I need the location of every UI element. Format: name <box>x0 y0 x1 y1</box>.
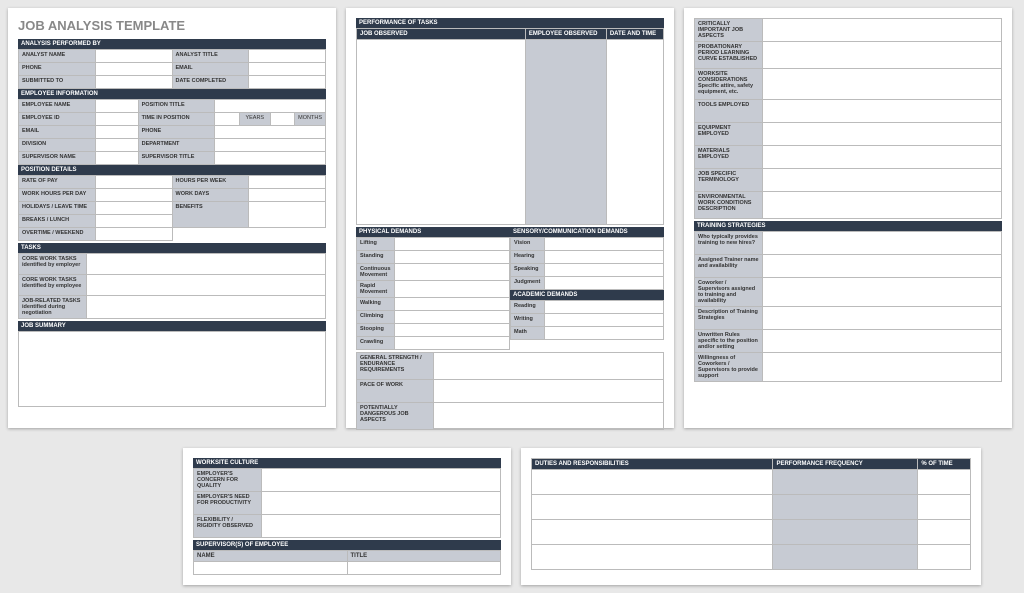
page-5: DUTIES AND RESPONSIBILITIES PERFORMANCE … <box>521 448 981 585</box>
table-sensory: Vision Hearing Speaking Judgment <box>510 237 664 290</box>
table-employee-info: EMPLOYEE NAMEPOSITION TITLE EMPLOYEE IDT… <box>18 99 326 165</box>
section-supervisors: SUPERVISOR(S) OF EMPLOYEE <box>193 540 501 550</box>
table-position-details: RATE OF PAYHOURS PER WEEK WORK HOURS PER… <box>18 175 326 241</box>
section-performance-tasks: PERFORMANCE OF TASKS <box>356 18 664 28</box>
page-2: PERFORMANCE OF TASKS JOB OBSERVEDEMPLOYE… <box>346 8 674 428</box>
table-performance: JOB OBSERVEDEMPLOYEE OBSERVEDDATE AND TI… <box>356 28 664 225</box>
section-sensory-demands: SENSORY/COMMUNICATION DEMANDS <box>510 227 664 237</box>
table-training: Who typically provides training to new h… <box>694 231 1002 382</box>
table-extra-demands: GENERAL STRENGTH / ENDURANCE REQUIREMENT… <box>356 352 664 430</box>
job-summary-input[interactable] <box>19 332 326 407</box>
page-4: WORKSITE CULTURE EMPLOYER'S CONCERN FOR … <box>183 448 511 585</box>
section-position-details: POSITION DETAILS <box>18 165 326 175</box>
section-physical-demands: PHYSICAL DEMANDS <box>356 227 510 237</box>
table-duties: DUTIES AND RESPONSIBILITIES PERFORMANCE … <box>531 458 971 570</box>
section-tasks: TASKS <box>18 243 326 253</box>
page-3: CRITICALLY IMPORTANT JOB ASPECTS PROBATI… <box>684 8 1012 428</box>
table-physical: Lifting Standing Continuous Movement Rap… <box>356 237 510 350</box>
table-analysis: ANALYST NAMEANALYST TITLE PHONEEMAIL SUB… <box>18 49 326 89</box>
section-training-strategies: TRAINING STRATEGIES <box>694 221 1002 231</box>
section-worksite-culture: WORKSITE CULTURE <box>193 458 501 468</box>
section-job-summary: JOB SUMMARY <box>18 321 326 331</box>
page-1: JOB ANALYSIS TEMPLATE ANALYSIS PERFORMED… <box>8 8 336 428</box>
section-academic-demands: ACADEMIC DEMANDS <box>510 290 664 300</box>
table-academic: Reading Writing Math <box>510 300 664 340</box>
table-culture: EMPLOYER'S CONCERN FOR QUALITY EMPLOYER'… <box>193 468 501 538</box>
table-job-aspects: CRITICALLY IMPORTANT JOB ASPECTS PROBATI… <box>694 18 1002 219</box>
section-employee-info: EMPLOYEE INFORMATION <box>18 89 326 99</box>
section-analysis-performed-by: ANALYSIS PERFORMED BY <box>18 39 326 49</box>
doc-title: JOB ANALYSIS TEMPLATE <box>18 18 326 33</box>
table-tasks: CORE WORK TASKS identified by employer C… <box>18 253 326 319</box>
table-supervisors: NAMETITLE <box>193 550 501 575</box>
